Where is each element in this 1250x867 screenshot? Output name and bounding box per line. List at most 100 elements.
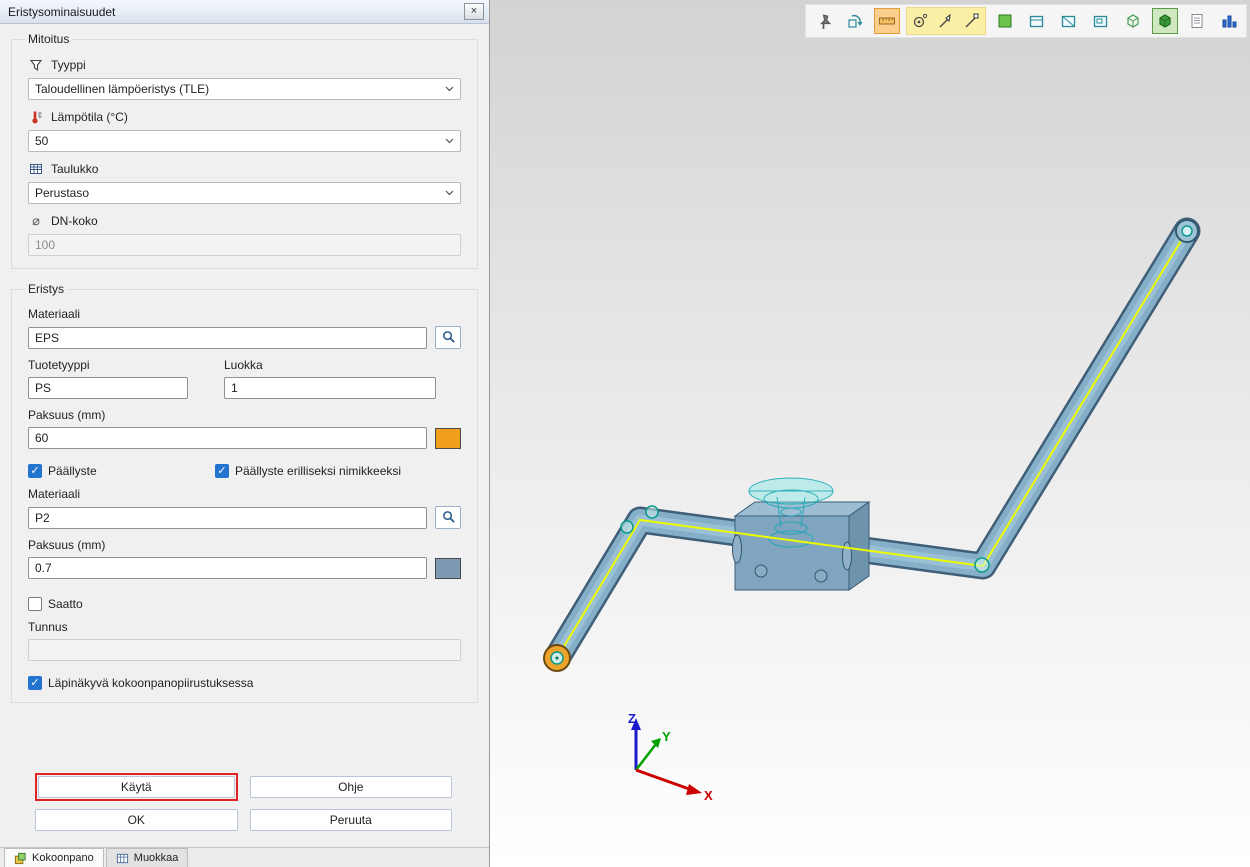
lapinakyva-checkbox-item[interactable]: Läpinäkyvä kokoonpanopiirustuksessa	[28, 676, 253, 690]
luokka-input[interactable]	[224, 377, 436, 399]
chevron-down-icon	[441, 138, 457, 144]
ok-button[interactable]: OK	[35, 809, 238, 831]
paallyste-checkbox[interactable]	[28, 464, 42, 478]
clip-plane-2-icon[interactable]	[1056, 8, 1082, 34]
viewport-toolbar	[805, 4, 1247, 38]
application-window: Eristysominaisuudet × Mitoitus Tyyppi Ta…	[0, 0, 1250, 867]
y-axis-label: Y	[662, 729, 671, 744]
mitoitus-group: Mitoitus Tyyppi Taloudellinen lämpöerist…	[11, 32, 478, 269]
tunnus-label: Tunnus	[28, 620, 461, 634]
lampotila-value: 50	[35, 134, 441, 148]
tuotetyyppi-label: Tuotetyyppi	[28, 358, 188, 372]
x-axis-label: X	[704, 788, 713, 803]
dialog-body: Mitoitus Tyyppi Taloudellinen lämpöerist…	[0, 24, 489, 847]
tyyppi-select[interactable]: Taloudellinen lämpöeristys (TLE)	[28, 78, 461, 100]
taulukko-label-row: Taulukko	[28, 161, 461, 177]
paallyste-erilliseksi-checkbox[interactable]	[215, 464, 229, 478]
tyyppi-value: Taloudellinen lämpöeristys (TLE)	[35, 82, 441, 96]
paallyste-materiaali-label: Materiaali	[28, 487, 461, 501]
tuotetyyppi-input[interactable]	[28, 377, 188, 399]
pin-icon[interactable]	[810, 8, 836, 34]
search-icon	[441, 509, 456, 527]
eristys-group: Eristys Materiaali Tuotetyyppi	[11, 282, 478, 703]
dialog-title: Eristysominaisuudet	[8, 5, 464, 19]
close-button[interactable]: ×	[464, 3, 484, 20]
diameter-icon: ⌀	[28, 213, 44, 229]
materiaali-input[interactable]	[28, 327, 427, 349]
cancel-button[interactable]: Peruuta	[250, 809, 453, 831]
tab-kokoonpano[interactable]: Kokoonpano	[4, 848, 104, 867]
paksuus-input[interactable]	[28, 427, 427, 449]
dn-input	[28, 234, 461, 256]
materiaali-label: Materiaali	[28, 307, 461, 321]
saatto-checkbox-item[interactable]: Saatto	[28, 597, 83, 611]
filter-icon	[28, 57, 44, 73]
thermometer-icon	[28, 109, 44, 125]
chevron-down-icon	[441, 86, 457, 92]
lampotila-select[interactable]: 50	[28, 130, 461, 152]
tyyppi-label-row: Tyyppi	[28, 57, 461, 73]
bottom-tabbar: Kokoonpano Muokkaa	[0, 847, 489, 867]
eristys-legend: Eristys	[25, 282, 67, 296]
taulukko-select[interactable]: Perustaso	[28, 182, 461, 204]
analysis-icon[interactable]	[1216, 8, 1242, 34]
pipe-end-cap-top[interactable]	[1176, 220, 1198, 242]
pipe-run[interactable]	[557, 231, 1187, 658]
z-axis-label: Z	[628, 711, 636, 726]
tyyppi-label: Tyyppi	[51, 58, 86, 72]
snap-node-icon[interactable]	[907, 8, 933, 34]
mitoitus-legend: Mitoitus	[25, 32, 72, 46]
coating-color-swatch[interactable]	[435, 558, 461, 579]
tunnus-input	[28, 639, 461, 661]
snap-line-icon[interactable]	[933, 8, 959, 34]
orbit-icon[interactable]	[842, 8, 868, 34]
dn-label: DN-koko	[51, 214, 98, 228]
insulation-color-swatch[interactable]	[435, 428, 461, 449]
insulation-properties-dialog: Eristysominaisuudet × Mitoitus Tyyppi Ta…	[0, 0, 490, 867]
taulukko-label: Taulukko	[51, 162, 98, 176]
luokka-label: Luokka	[224, 358, 436, 372]
tab-label: Kokoonpano	[32, 852, 94, 864]
tab-muokkaa[interactable]: Muokkaa	[106, 848, 189, 867]
shaded-cube-icon[interactable]	[992, 8, 1018, 34]
apply-button[interactable]: Käytä	[38, 776, 235, 798]
assembly-icon	[14, 852, 27, 865]
paallyste-paksuus-input[interactable]	[28, 557, 427, 579]
snap-angle-icon[interactable]	[959, 8, 985, 34]
clip-plane-3-icon[interactable]	[1088, 8, 1114, 34]
lampotila-label-row: Lämpötila (°C)	[28, 109, 461, 125]
active-render-icon[interactable]	[1152, 8, 1178, 34]
dn-label-row: ⌀ DN-koko	[28, 213, 461, 229]
paallyste-label: Päällyste	[48, 464, 97, 478]
3d-viewport[interactable]: Z Y X	[490, 0, 1250, 867]
search-icon	[441, 329, 456, 347]
help-button[interactable]: Ohje	[250, 776, 453, 798]
lapinakyva-label: Läpinäkyvä kokoonpanopiirustuksessa	[48, 676, 253, 690]
measure-icon[interactable]	[874, 8, 900, 34]
iso-box-icon[interactable]	[1120, 8, 1146, 34]
dialog-titlebar[interactable]: Eristysominaisuudet ×	[0, 0, 489, 24]
pipe-end-cap-orange[interactable]	[544, 645, 570, 671]
edit-grid-icon	[116, 852, 129, 865]
paallyste-paksuus-label: Paksuus (mm)	[28, 538, 461, 552]
coating-search-button[interactable]	[435, 506, 461, 529]
dialog-buttons: Käytä Ohje OK Peruuta	[11, 765, 478, 847]
clip-plane-1-icon[interactable]	[1024, 8, 1050, 34]
table-icon	[28, 161, 44, 177]
paallyste-erilliseksi-checkbox-item[interactable]: Päällyste erilliseksi nimikkeeksi	[215, 464, 401, 478]
paallyste-erilliseksi-label: Päällyste erilliseksi nimikkeeksi	[235, 464, 401, 478]
lampotila-label: Lämpötila (°C)	[51, 110, 128, 124]
saatto-label: Saatto	[48, 597, 83, 611]
apply-highlight-box: Käytä	[35, 773, 238, 801]
coordinate-axes: Z Y X	[628, 711, 713, 803]
paallyste-materiaali-input[interactable]	[28, 507, 427, 529]
lapinakyva-checkbox[interactable]	[28, 676, 42, 690]
scene-svg[interactable]: Z Y X	[490, 0, 1250, 867]
saatto-checkbox[interactable]	[28, 597, 42, 611]
close-icon: ×	[471, 6, 477, 17]
report-icon[interactable]	[1184, 8, 1210, 34]
material-search-button[interactable]	[435, 326, 461, 349]
paallyste-checkbox-item[interactable]: Päällyste	[28, 464, 215, 478]
tab-label: Muokkaa	[134, 852, 179, 864]
paksuus-label: Paksuus (mm)	[28, 408, 461, 422]
